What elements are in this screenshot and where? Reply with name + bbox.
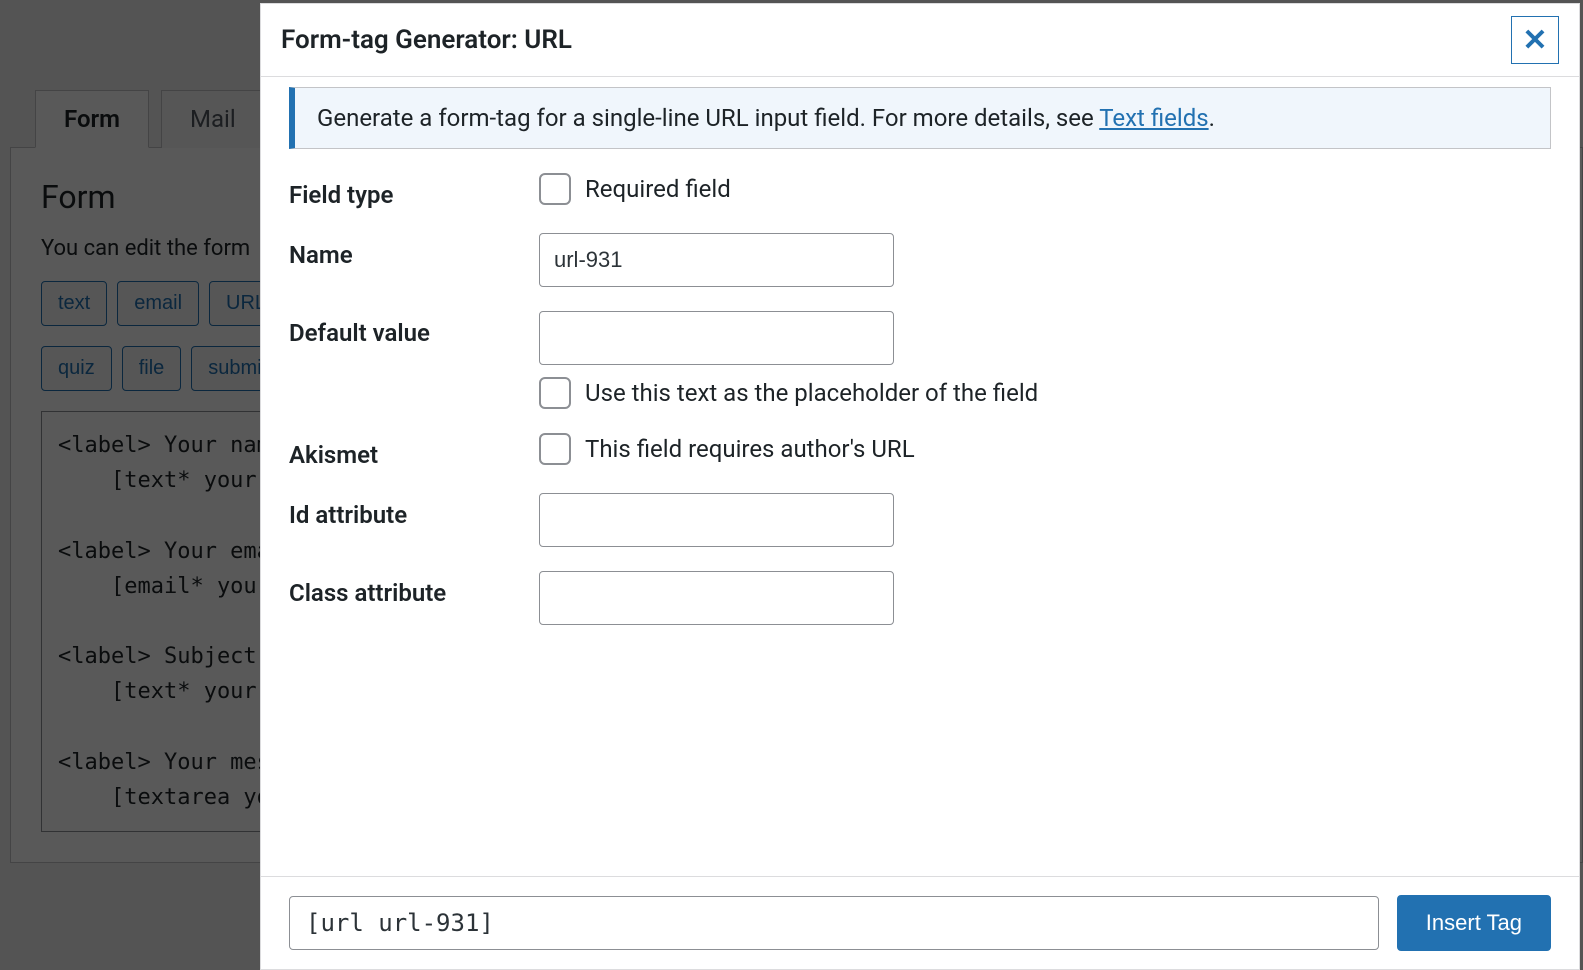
required-checkbox[interactable] bbox=[539, 173, 571, 205]
label-field-type: Field type bbox=[289, 173, 539, 209]
akismet-checkbox-label: This field requires author's URL bbox=[585, 435, 915, 463]
info-banner: Generate a form-tag for a single-line UR… bbox=[289, 87, 1551, 149]
modal-body: Generate a form-tag for a single-line UR… bbox=[261, 77, 1579, 876]
required-checkbox-row: Required field bbox=[539, 173, 1551, 205]
close-button[interactable]: ✕ bbox=[1511, 16, 1559, 64]
label-class-attr: Class attribute bbox=[289, 571, 539, 607]
id-attr-input[interactable] bbox=[539, 493, 894, 547]
form-grid: Field type Required field Name Default v… bbox=[289, 173, 1551, 625]
placeholder-checkbox-row: Use this text as the placeholder of the … bbox=[539, 377, 1551, 409]
label-id-attr: Id attribute bbox=[289, 493, 539, 529]
row-id-attr: Id attribute bbox=[289, 493, 1551, 547]
row-class-attr: Class attribute bbox=[289, 571, 1551, 625]
placeholder-checkbox-label: Use this text as the placeholder of the … bbox=[585, 379, 1038, 407]
modal-header: Form-tag Generator: URL ✕ bbox=[261, 4, 1579, 77]
label-name: Name bbox=[289, 233, 539, 269]
label-akismet: Akismet bbox=[289, 433, 539, 469]
akismet-checkbox[interactable] bbox=[539, 433, 571, 465]
default-value-input[interactable] bbox=[539, 311, 894, 365]
required-checkbox-label: Required field bbox=[585, 175, 731, 203]
modal-footer: Insert Tag bbox=[261, 876, 1579, 969]
modal-title: Form-tag Generator: URL bbox=[281, 25, 572, 55]
form-tag-generator-modal: Form-tag Generator: URL ✕ Generate a for… bbox=[260, 3, 1580, 970]
close-icon: ✕ bbox=[1522, 23, 1547, 58]
label-default-value: Default value bbox=[289, 311, 539, 347]
insert-tag-button[interactable]: Insert Tag bbox=[1397, 895, 1551, 951]
info-link[interactable]: Text fields bbox=[1099, 104, 1208, 132]
row-field-type: Field type Required field bbox=[289, 173, 1551, 209]
class-attr-input[interactable] bbox=[539, 571, 894, 625]
row-akismet: Akismet This field requires author's URL bbox=[289, 433, 1551, 469]
name-input[interactable] bbox=[539, 233, 894, 287]
row-default-value: Default value Use this text as the place… bbox=[289, 311, 1551, 409]
akismet-checkbox-row: This field requires author's URL bbox=[539, 433, 1551, 465]
row-name: Name bbox=[289, 233, 1551, 287]
info-text-pre: Generate a form-tag for a single-line UR… bbox=[317, 104, 1099, 132]
info-text-post: . bbox=[1209, 104, 1215, 132]
placeholder-checkbox[interactable] bbox=[539, 377, 571, 409]
tag-output[interactable] bbox=[289, 896, 1379, 950]
